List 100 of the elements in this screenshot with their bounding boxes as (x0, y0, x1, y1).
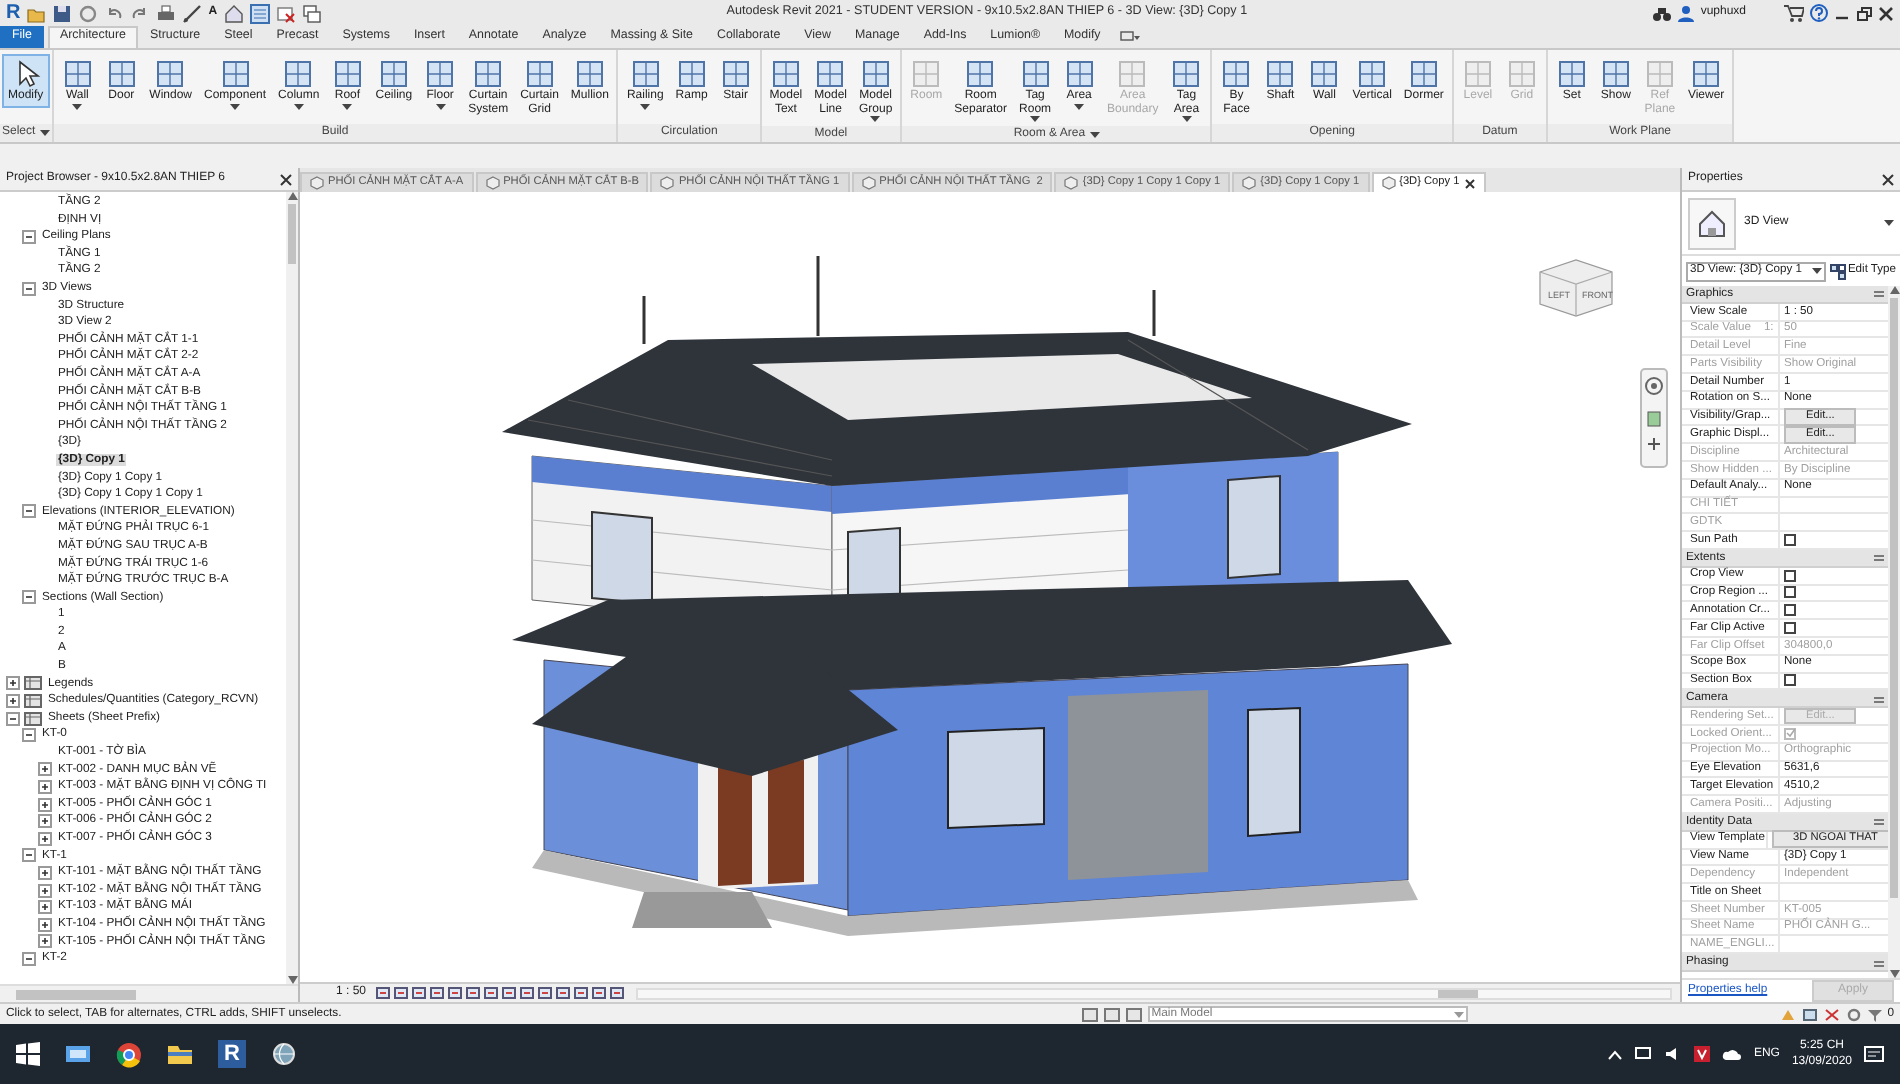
house-icon (1696, 207, 1728, 239)
collapse-toggle-icon[interactable] (22, 848, 36, 863)
view-control-icon[interactable] (412, 986, 427, 1000)
checkbox[interactable] (1784, 534, 1796, 547)
close-icon[interactable] (1882, 173, 1894, 185)
view-control-icon[interactable] (538, 986, 553, 1000)
checkbox[interactable] (1784, 586, 1796, 599)
expand-toggle-icon[interactable] (38, 779, 52, 794)
window-icon[interactable] (64, 1042, 92, 1066)
collapse-toggle-icon[interactable] (22, 728, 36, 743)
restore-icon[interactable] (1856, 5, 1872, 21)
tool-icon (1643, 58, 1676, 90)
view-control-icon[interactable] (520, 986, 535, 1000)
cube-icon (310, 176, 324, 190)
collapse-icon[interactable] (1874, 816, 1884, 827)
windows-logo-icon[interactable] (16, 1042, 40, 1066)
measure-icon[interactable] (182, 3, 203, 23)
printer-icon[interactable] (156, 3, 177, 23)
view-control-icon[interactable] (448, 986, 463, 1000)
binoculars-icon[interactable] (1652, 5, 1673, 21)
tool-icon (1308, 58, 1341, 90)
redo-icon[interactable] (130, 3, 151, 23)
collapse-toggle-icon[interactable] (22, 951, 36, 966)
view-control-icon[interactable] (610, 986, 625, 1000)
tool-icon (219, 58, 252, 90)
collapse-icon[interactable] (1874, 693, 1884, 704)
collapse-icon[interactable] (1874, 552, 1884, 563)
caret-icon (293, 103, 304, 110)
folder-icon[interactable] (166, 1042, 194, 1066)
checkbox[interactable] (1784, 569, 1796, 582)
caret-icon (230, 103, 241, 110)
tool-icon (1407, 58, 1440, 90)
scroll-down-icon[interactable] (1889, 970, 1899, 978)
revit-app-button[interactable]: R (218, 1040, 246, 1068)
thin-lines-icon[interactable] (249, 3, 270, 23)
tool-icon (964, 58, 997, 90)
expand-toggle-icon[interactable] (38, 900, 52, 915)
collapse-toggle-icon[interactable] (22, 281, 36, 296)
expand-toggle-icon[interactable] (38, 865, 52, 880)
close-icon[interactable] (1463, 177, 1476, 189)
select-links-icon[interactable] (1801, 1007, 1818, 1021)
tool-icon (1220, 58, 1253, 90)
view-control-icon[interactable] (574, 986, 589, 1000)
browser-icon[interactable] (116, 1041, 142, 1067)
expand-toggle-icon[interactable] (38, 762, 52, 777)
tool-icon (814, 58, 847, 90)
user-icon[interactable] (1678, 4, 1695, 22)
view-control-icon[interactable] (376, 986, 391, 1000)
scroll-up-icon[interactable] (1889, 286, 1899, 294)
app-logo[interactable]: R (6, 2, 21, 24)
tool-icon (154, 58, 187, 90)
expand-toggle-icon[interactable] (38, 883, 52, 898)
tool-icon (105, 58, 138, 90)
view-control-icon[interactable] (556, 986, 571, 1000)
cloud-icon[interactable] (1721, 1047, 1742, 1061)
expand-toggle-icon[interactable] (38, 917, 52, 932)
antivirus-icon[interactable] (1693, 1046, 1710, 1062)
caret-icon (72, 103, 83, 110)
notification-icon[interactable] (1864, 1045, 1884, 1063)
view-control-icon[interactable] (394, 986, 409, 1000)
cart-icon[interactable] (1784, 4, 1804, 22)
volume-icon[interactable] (1663, 1046, 1682, 1062)
expand-toggle-icon[interactable] (38, 831, 52, 846)
view-control-icon[interactable] (484, 986, 499, 1000)
scrollbar-thumb[interactable] (1890, 298, 1898, 898)
help-icon[interactable] (1810, 4, 1828, 22)
tool-icon (523, 58, 556, 90)
scrollbar-thumb[interactable] (1438, 989, 1479, 997)
view-control-icon[interactable] (502, 986, 517, 1000)
close-windows-icon[interactable] (275, 3, 296, 23)
caret-icon (1074, 103, 1085, 110)
close-icon[interactable] (280, 173, 292, 185)
view-control-icon[interactable] (592, 986, 607, 1000)
switch-windows-icon[interactable] (301, 3, 322, 23)
globe-icon[interactable] (269, 1042, 298, 1066)
chevron-up-icon[interactable] (1607, 1049, 1622, 1059)
view-control-icon[interactable] (430, 986, 445, 1000)
checkbox[interactable] (1784, 604, 1796, 617)
scrollbar-thumb[interactable] (16, 989, 136, 999)
expand-toggle-icon[interactable] (38, 797, 52, 812)
collapse-toggle-icon[interactable] (6, 711, 20, 726)
checkbox[interactable] (1784, 674, 1796, 687)
context-icon[interactable] (1120, 30, 1141, 44)
expand-toggle-icon[interactable] (6, 676, 20, 691)
save-icon[interactable] (52, 3, 73, 23)
collapse-toggle-icon[interactable] (22, 504, 36, 519)
collapse-icon[interactable] (1874, 288, 1884, 299)
expand-toggle-icon[interactable] (6, 694, 20, 709)
expand-toggle-icon[interactable] (38, 814, 52, 829)
expand-toggle-icon[interactable] (38, 934, 52, 949)
checkbox[interactable] (1784, 622, 1796, 635)
scrollbar-thumb[interactable] (288, 204, 296, 264)
collapse-toggle-icon[interactable] (22, 590, 36, 605)
navigation-bar[interactable] (1640, 368, 1668, 468)
tool-icon (472, 58, 505, 90)
close-icon[interactable] (1878, 5, 1894, 21)
view-control-icon[interactable] (466, 986, 481, 1000)
collapse-toggle-icon[interactable] (22, 229, 36, 244)
collapse-icon[interactable] (1874, 957, 1884, 968)
undo-icon[interactable] (104, 3, 125, 23)
